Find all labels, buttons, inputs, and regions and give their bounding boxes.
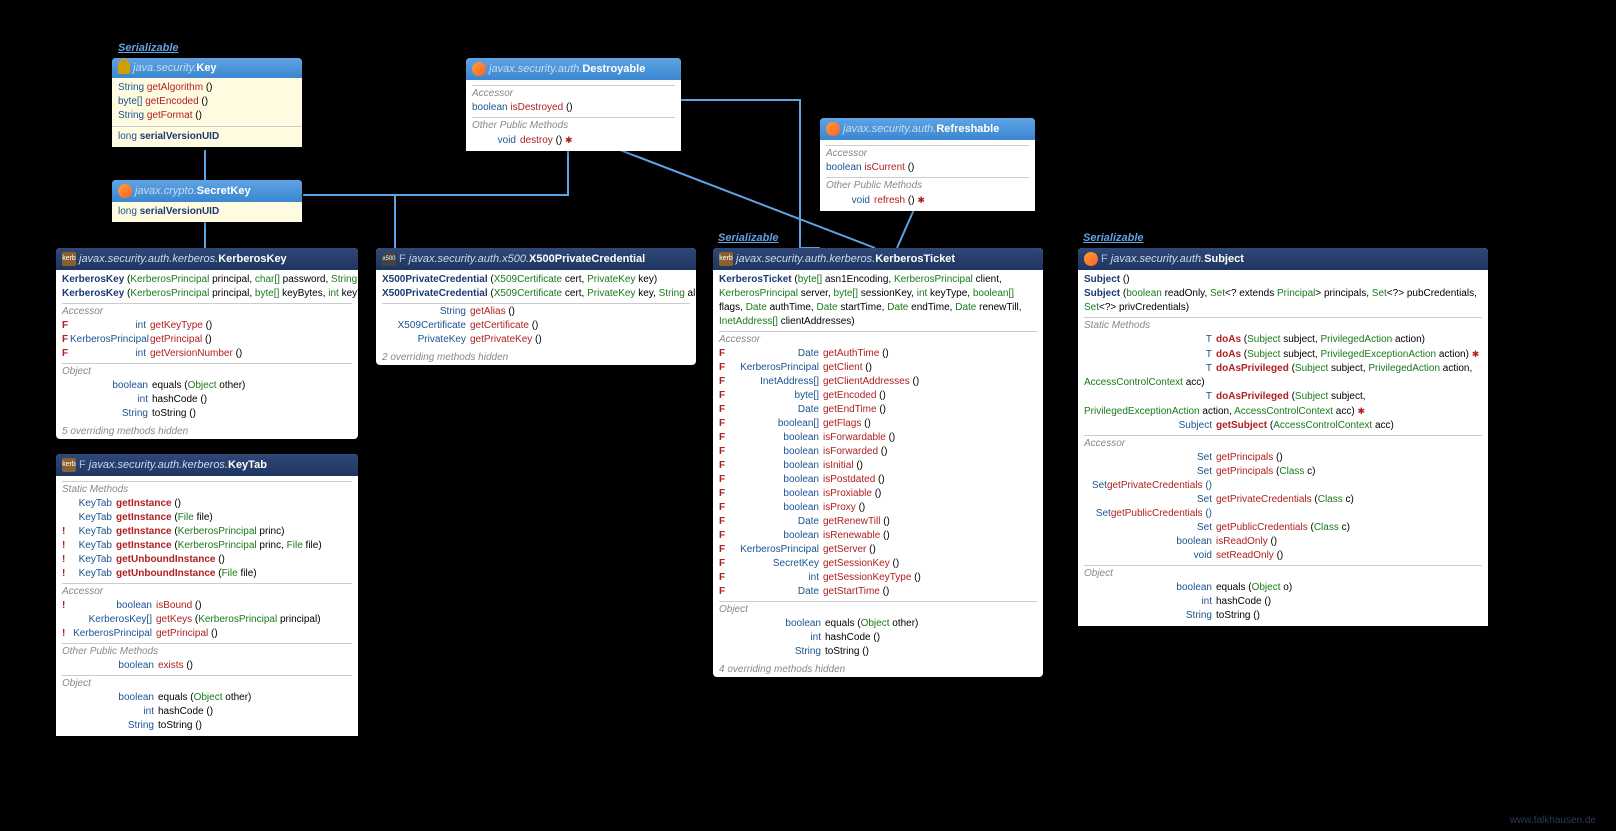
serializable-label: Serializable (118, 42, 179, 54)
interface-icon (118, 184, 132, 198)
watermark: www.falkhausen.de (1510, 815, 1596, 826)
class-destroyable: javax.security.auth.Destroyable Accessor… (466, 58, 681, 151)
key-header: java.security.Key (112, 58, 302, 78)
x500-icon: x500 (382, 252, 396, 266)
interface-icon (1084, 252, 1098, 266)
class-refreshable: javax.security.auth.Refreshable Accessor… (820, 118, 1035, 211)
class-kerberoskey: kerbjavax.security.auth.kerberos.Kerbero… (56, 248, 358, 439)
kerb-icon: kerb (62, 252, 76, 266)
class-x500: x500F javax.security.auth.x500.X500Priva… (376, 248, 696, 365)
kerb-icon: kerb (62, 458, 76, 472)
kerb-icon: kerb (719, 252, 733, 266)
secretkey-header: javax.crypto.SecretKey (112, 180, 302, 202)
class-secretkey: javax.crypto.SecretKey long serialVersio… (112, 180, 302, 222)
key-body: String getAlgorithm () byte[] getEncoded… (112, 78, 302, 126)
class-subject: F javax.security.auth.Subject Subject ()… (1078, 248, 1488, 626)
interface-icon (472, 62, 486, 76)
class-keytab: kerbF javax.security.auth.kerberos.KeyTa… (56, 454, 358, 736)
serializable-label: Serializable (1083, 232, 1144, 244)
class-key: java.security.Key String getAlgorithm ()… (112, 58, 302, 147)
interface-icon (826, 122, 840, 136)
class-kerberosticket: kerbjavax.security.auth.kerberos.Kerbero… (713, 248, 1043, 677)
lock-icon (118, 62, 130, 74)
serializable-label: Serializable (718, 232, 779, 244)
